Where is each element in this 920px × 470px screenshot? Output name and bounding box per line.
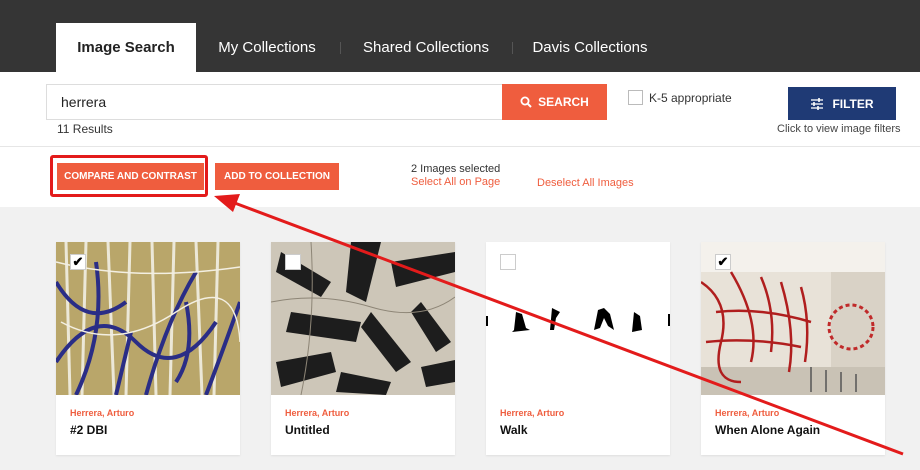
k5-checkbox[interactable] [628,90,643,105]
search-icon [520,96,532,108]
card-checkbox[interactable] [500,254,516,270]
search-button-label: SEARCH [538,95,589,109]
k5-label: K-5 appropriate [649,90,732,105]
card-artist[interactable]: Herrera, Arturo [285,408,349,418]
results-count: 11 Results [57,122,113,136]
card-artist[interactable]: Herrera, Arturo [500,408,564,418]
search-input[interactable] [61,85,481,119]
image-card[interactable]: ✔ Herrera, Arturo #2 DBI [56,242,240,455]
tab-separator [512,42,513,54]
top-nav-bar: Image Search My Collections Shared Colle… [0,0,920,72]
filter-button[interactable]: FILTER [788,87,896,120]
image-card[interactable]: Herrera, Arturo Untitled [271,242,455,455]
tab-image-search[interactable]: Image Search [56,23,196,72]
card-title[interactable]: When Alone Again [715,423,820,437]
card-artist[interactable]: Herrera, Arturo [70,408,134,418]
card-checkbox[interactable] [285,254,301,270]
filter-button-label: FILTER [832,96,874,111]
select-all-link[interactable]: Select All on Page [411,176,500,189]
tab-separator [340,42,341,54]
card-artist[interactable]: Herrera, Arturo [715,408,779,418]
sliders-icon [811,97,824,110]
card-checkbox[interactable]: ✔ [70,254,86,270]
search-field [46,84,502,120]
card-title[interactable]: Untitled [285,423,330,437]
card-title[interactable]: Walk [500,423,528,437]
search-button[interactable]: SEARCH [502,84,607,120]
card-checkbox[interactable]: ✔ [715,254,731,270]
tab-my-collections[interactable]: My Collections [212,23,322,72]
tab-davis-collections[interactable]: Davis Collections [530,23,650,72]
selected-count: 2 Images selected [411,163,501,175]
tab-shared-collections[interactable]: Shared Collections [356,23,496,72]
deselect-all-link[interactable]: Deselect All Images [537,177,634,189]
k5-filter[interactable]: K-5 appropriate [628,90,732,105]
card-title[interactable]: #2 DBI [70,423,107,437]
filter-hint: Click to view image filters [777,123,901,135]
image-card[interactable]: Herrera, Arturo Walk [486,242,670,455]
divider [0,146,920,147]
annotation-highlight-box [50,155,208,197]
add-to-collection-button[interactable]: ADD TO COLLECTION [215,163,339,190]
selection-info: 2 Images selected Select All on Page [411,163,500,189]
image-card[interactable]: ✔ Herrera, Arturo When Alone Again [701,242,885,455]
